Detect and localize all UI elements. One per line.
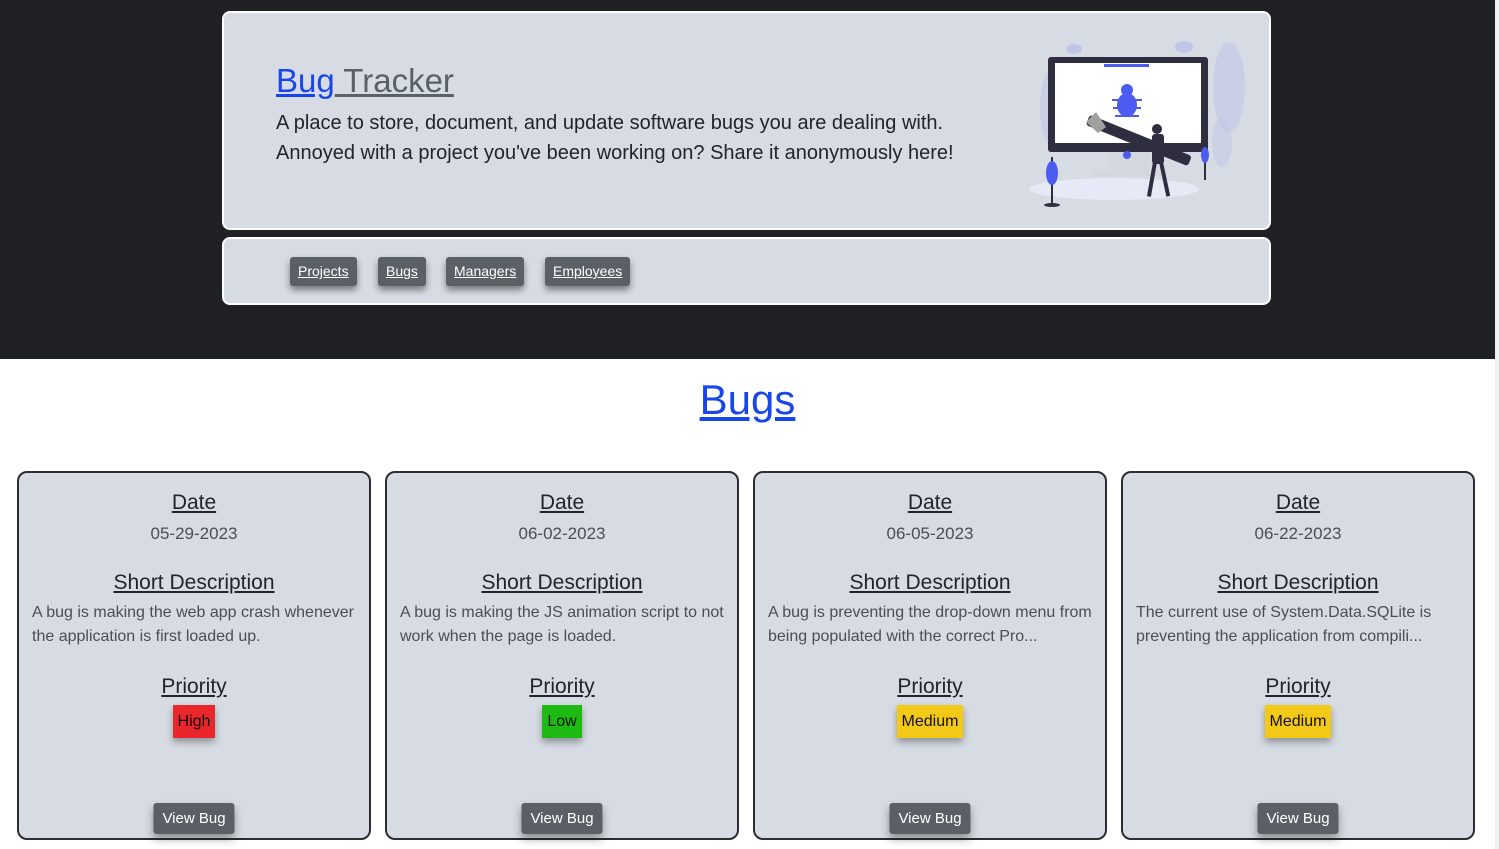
app-title-rest: Tracker	[334, 62, 454, 99]
priority-badge: High	[172, 705, 216, 738]
priority-container: Low	[387, 705, 737, 738]
priority-label: Priority	[897, 675, 963, 698]
priority-container: Medium	[1123, 705, 1473, 738]
short-description-label: Short Description	[113, 571, 275, 594]
page-title[interactable]: Bugs	[0, 374, 1495, 426]
bug-date: 06-05-2023	[886, 524, 974, 543]
bug-description: A bug is preventing the drop-down menu f…	[768, 604, 1092, 645]
priority-container: Medium	[755, 705, 1105, 738]
bug-date: 06-02-2023	[518, 524, 606, 543]
priority-badge: Medium	[896, 705, 964, 738]
short-description-label: Short Description	[849, 571, 1011, 594]
short-description-label: Short Description	[481, 571, 643, 594]
nav-projects-button[interactable]: Projects	[290, 257, 357, 286]
date-label: Date	[1275, 491, 1321, 514]
app-title: Bug Tracker	[276, 61, 454, 101]
bug-description: A bug is making the web app crash whenev…	[32, 604, 354, 645]
view-bug-button[interactable]: View Bug	[889, 803, 971, 834]
bug-fixing-illustration	[1029, 41, 1245, 207]
view-bug-button[interactable]: View Bug	[521, 803, 603, 834]
bug-card: Date 06-22-2023 Short Description The cu…	[1121, 471, 1475, 840]
nav-managers-button[interactable]: Managers	[446, 257, 525, 286]
bug-date: 05-29-2023	[150, 524, 238, 543]
nav-bugs-button[interactable]: Bugs	[378, 257, 426, 286]
date-label: Date	[907, 491, 953, 514]
bug-date: 06-22-2023	[1254, 524, 1342, 543]
bug-card: Date 06-02-2023 Short Description A bug …	[385, 471, 739, 840]
priority-badge: Low	[542, 705, 582, 738]
view-bug-button[interactable]: View Bug	[153, 803, 235, 834]
date-label: Date	[171, 491, 217, 514]
short-description-label: Short Description	[1217, 571, 1379, 594]
app-description-line-2: Annoyed with a project you've been worki…	[276, 142, 954, 164]
app-description: A place to store, document, and update s…	[276, 108, 976, 168]
scrollbar-track[interactable]	[1495, 0, 1499, 849]
bug-description: A bug is making the JS animation script …	[400, 604, 724, 645]
priority-label: Priority	[1265, 675, 1331, 698]
hero-banner: Bug Tracker A place to store, document, …	[222, 11, 1271, 230]
app-title-link[interactable]: Bug	[276, 62, 335, 99]
date-label: Date	[539, 491, 585, 514]
bug-card: Date 06-05-2023 Short Description A bug …	[753, 471, 1107, 840]
bug-description: The current use of System.Data.SQLite is…	[1136, 604, 1432, 645]
nav-employees-button[interactable]: Employees	[545, 257, 631, 286]
bug-card: Date 05-29-2023 Short Description A bug …	[17, 471, 371, 840]
app-description-line-1: A place to store, document, and update s…	[276, 112, 944, 134]
priority-label: Priority	[529, 675, 595, 698]
view-bug-button[interactable]: View Bug	[1257, 803, 1339, 834]
priority-container: High	[19, 705, 369, 738]
priority-badge: Medium	[1264, 705, 1332, 738]
priority-label: Priority	[161, 675, 227, 698]
navigation-bar: Projects Bugs Managers Employees	[222, 237, 1271, 305]
